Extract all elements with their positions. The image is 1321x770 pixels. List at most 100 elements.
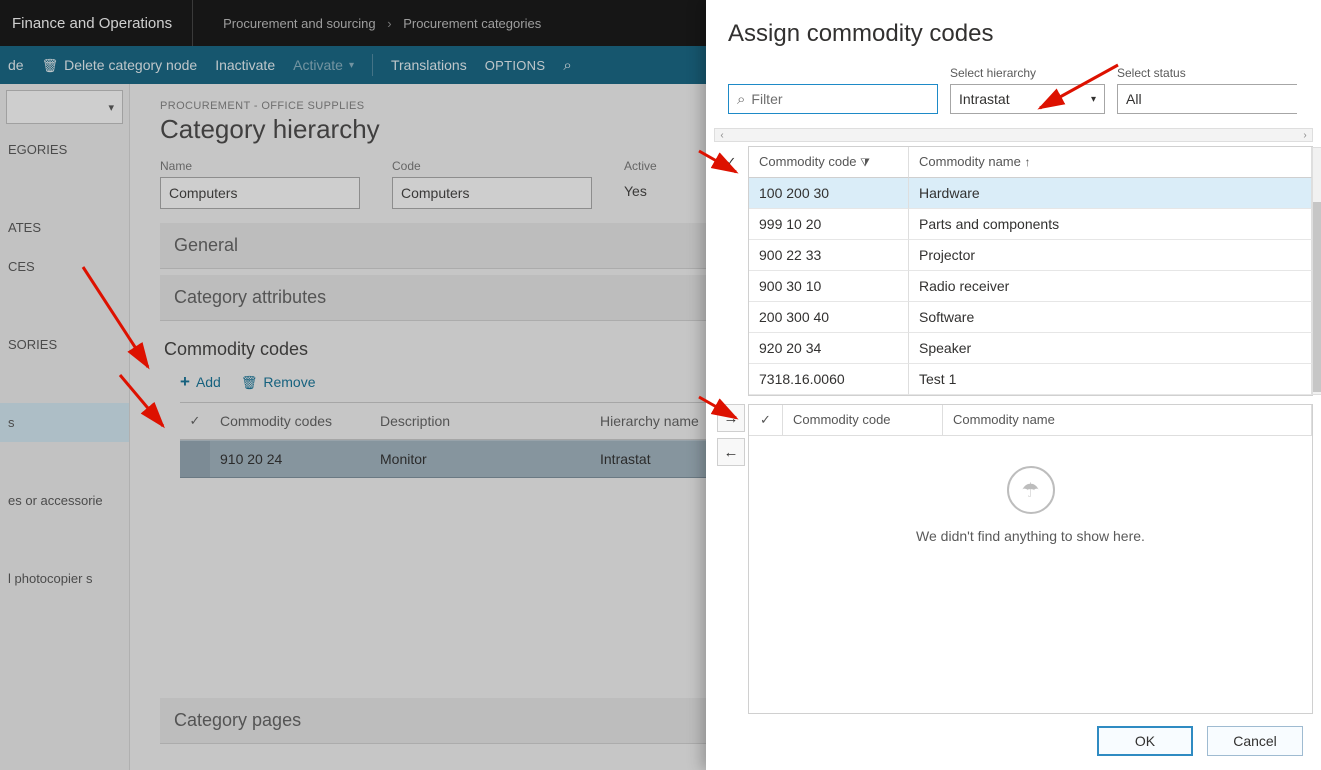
move-right-button[interactable]: →	[717, 404, 745, 432]
select-hierarchy-dropdown[interactable]: Intrastat ▾	[950, 84, 1105, 114]
divider	[372, 54, 373, 76]
delete-category-button[interactable]: Delete category node	[42, 57, 198, 74]
cell-code: 999 10 20	[749, 209, 909, 240]
chevron-down-icon: ▾	[1091, 94, 1096, 105]
sidebar: ▾ EGORIES ATESCES SORIES s es or accesso…	[0, 84, 130, 770]
table-row[interactable]: 200 300 40 Software	[749, 302, 1312, 333]
select-hierarchy-label: Select hierarchy	[950, 66, 1105, 80]
search-icon	[563, 57, 571, 74]
active-value: Yes	[624, 177, 657, 199]
table-row[interactable]: 7318.16.0060 Test 1	[749, 364, 1312, 395]
field-label-name: Name	[160, 159, 360, 173]
code-field[interactable]	[392, 177, 592, 209]
cell-code: 920 20 34	[749, 333, 909, 364]
name-field[interactable]	[160, 177, 360, 209]
search-icon	[737, 91, 745, 108]
scroll-right-icon[interactable]: ›	[1298, 129, 1312, 141]
plus-icon	[180, 372, 190, 392]
check-icon	[760, 412, 771, 428]
cell-code: 200 300 40	[749, 302, 909, 333]
sidebar-item[interactable]: s	[0, 403, 129, 442]
app-title: Finance and Operations	[12, 0, 193, 46]
remove-button[interactable]: Remove	[241, 372, 316, 392]
sidebar-item[interactable]: SORIES	[0, 325, 129, 364]
sidebar-item[interactable]: l photocopier s	[0, 559, 129, 598]
chevron-down-icon: ▾	[349, 60, 354, 71]
sort-asc-icon	[1025, 154, 1031, 169]
sidebar-item[interactable]	[0, 442, 129, 481]
sidebar-item[interactable]: ATES	[0, 208, 129, 247]
sidebar-item[interactable]: EGORIES	[0, 130, 129, 169]
field-label-active: Active	[624, 159, 657, 173]
breadcrumb: Procurement and sourcing › Procurement c…	[193, 16, 541, 31]
row-check[interactable]	[180, 441, 210, 477]
select-all-source[interactable]	[726, 154, 737, 396]
table-row[interactable]: 999 10 20 Parts and components	[749, 209, 1312, 240]
select-status-dropdown[interactable]: All	[1117, 84, 1297, 114]
sidebar-item[interactable]	[0, 286, 129, 325]
breadcrumb-item[interactable]: Procurement categories	[403, 16, 541, 31]
col-desc[interactable]: Description	[370, 403, 590, 439]
chevron-down-icon: ▾	[108, 101, 122, 114]
col-code[interactable]: Commodity codes	[210, 403, 370, 439]
breadcrumb-sep: ›	[379, 16, 399, 31]
select-all[interactable]	[180, 403, 210, 439]
filter-icon	[860, 154, 870, 169]
sidebar-dropdown[interactable]: ▾	[6, 90, 123, 124]
table-row[interactable]: 900 22 33 Projector	[749, 240, 1312, 271]
table-row[interactable]: 920 20 34 Speaker	[749, 333, 1312, 364]
field-label-code: Code	[392, 159, 592, 173]
select-status-label: Select status	[1117, 66, 1297, 80]
cell-name: Radio receiver	[909, 271, 1312, 302]
scroll-left-icon[interactable]: ‹	[715, 129, 729, 141]
cell-name: Speaker	[909, 333, 1312, 364]
check-icon	[190, 413, 201, 429]
empty-icon: ☂	[1007, 466, 1055, 514]
cell-name: Test 1	[909, 364, 1312, 395]
translations-button[interactable]: Translations	[391, 57, 467, 73]
search-button[interactable]	[563, 57, 571, 74]
table-row[interactable]: 900 30 10 Radio receiver	[749, 271, 1312, 302]
sidebar-item[interactable]	[0, 520, 129, 559]
cell-name: Projector	[909, 240, 1312, 271]
sidebar-item[interactable]: CES	[0, 247, 129, 286]
target-col-name[interactable]: Commodity name	[943, 405, 1312, 435]
source-grid: Commodity code Commodity name 100 200 30…	[748, 146, 1313, 396]
cancel-button[interactable]: Cancel	[1207, 726, 1303, 756]
panel-title: Assign commodity codes	[706, 0, 1321, 66]
ok-button[interactable]: OK	[1097, 726, 1193, 756]
trash-icon	[42, 57, 59, 74]
breadcrumb-item[interactable]: Procurement and sourcing	[223, 16, 375, 31]
vertical-scrollbar[interactable]	[1312, 147, 1321, 395]
filter-box[interactable]: Filter	[728, 84, 938, 114]
horizontal-scrollbar[interactable]: ‹ ›	[714, 128, 1313, 142]
add-button[interactable]: Add	[180, 372, 221, 392]
cell-name: Software	[909, 302, 1312, 333]
options-button[interactable]: OPTIONS	[485, 58, 546, 73]
sidebar-item[interactable]: es or accessorie	[0, 481, 129, 520]
sidebar-item[interactable]	[0, 169, 129, 208]
sidebar-item[interactable]	[0, 364, 129, 403]
table-row[interactable]: 100 200 30 Hardware	[749, 178, 1312, 209]
cell-code: 900 30 10	[749, 271, 909, 302]
select-all-target[interactable]	[749, 405, 783, 435]
trash-icon	[241, 374, 258, 391]
assign-commodity-panel: Assign commodity codes Filter Select hie…	[706, 0, 1321, 770]
node-action[interactable]: de	[8, 57, 24, 73]
inactivate-button[interactable]: Inactivate	[215, 57, 275, 73]
cell-code: 100 200 30	[749, 178, 909, 209]
cell-code: 900 22 33	[749, 240, 909, 271]
cell-code: 7318.16.0060	[749, 364, 909, 395]
col-commodity-name[interactable]: Commodity name	[909, 147, 1312, 178]
filter-placeholder: Filter	[751, 91, 782, 107]
target-col-code[interactable]: Commodity code	[783, 405, 943, 435]
target-grid: Commodity code Commodity name ☂ We didn'…	[748, 404, 1313, 714]
cell-code: 910 20 24	[210, 441, 370, 477]
col-commodity-code[interactable]: Commodity code	[749, 147, 909, 178]
empty-text: We didn't find anything to show here.	[916, 528, 1145, 544]
cell-name: Hardware	[909, 178, 1312, 209]
cell-desc: Monitor	[370, 441, 590, 477]
move-left-button[interactable]: ←	[717, 438, 745, 466]
activate-button[interactable]: Activate ▾	[293, 57, 354, 73]
cell-name: Parts and components	[909, 209, 1312, 240]
